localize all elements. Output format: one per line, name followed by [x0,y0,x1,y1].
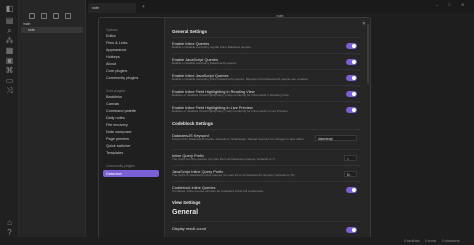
minimize-icon[interactable]: – [436,2,438,7]
explorer-toolbar [29,13,71,19]
toggle-display-result-count[interactable] [346,227,357,233]
setting-desc: The prefix to inline queries (to mark th… [172,157,276,161]
explorer-file-note[interactable]: note [21,27,83,33]
file-explorer: main note main [19,0,86,245]
command-icon[interactable]: ⌘ [5,66,14,75]
nav-item-community-plugins[interactable]: Community plugins [106,76,138,80]
toggle-codeblock-inline-queries[interactable] [346,187,357,193]
new-note-icon[interactable] [29,13,35,19]
word-count: 0 words [425,239,437,243]
toggle-enable-javascript-queries[interactable] [346,59,357,65]
nav-heading-core: Core plugins [106,89,126,93]
nav-item-core-plugins[interactable]: Core plugins [106,69,127,73]
nav-item-daily-notes[interactable]: Daily notes [106,116,125,120]
setting-display-result-count: Display result count [172,226,206,231]
toggle-knob [352,76,356,80]
sort-icon[interactable] [53,13,59,19]
graph-icon[interactable]: ⁂ [5,36,14,45]
collapse-sidebar-icon[interactable]: ◧ [5,4,14,13]
divider [172,53,360,54]
toggle-knob [352,60,356,64]
setting-desc: Enables or disables visual highlighting … [172,93,290,97]
dataviewjs-keyword-input[interactable]: dataviewjs [315,135,357,141]
settings-nav: Options Editor Files & Links Appearance … [99,18,165,244]
nav-heading-options: Options [106,28,118,32]
nav-item-quick-switcher[interactable]: Quick switcher [106,144,131,148]
nav-item-command-palette[interactable]: Command palette [106,109,136,113]
codeblock-settings-heading: Codeblock Settings [172,121,213,126]
tab-note[interactable]: note [88,3,136,13]
settings-modal: Options Editor Files & Links Appearance … [98,17,371,245]
new-tab-icon[interactable]: + [142,4,145,10]
calendar-icon[interactable]: ▣ [5,56,14,65]
toggle-knob [352,44,356,48]
template-icon[interactable]: ▭ [5,76,14,85]
divider [172,85,360,86]
settings-content: General Settings Enable Inline Queries E… [172,18,360,244]
close-settings-icon[interactable]: ✕ [362,21,366,27]
canvas-icon[interactable]: ▦ [5,46,14,55]
inline-query-prefix-input[interactable]: = [344,155,357,161]
nav-item-note-composer[interactable]: Note composer [106,130,132,134]
nav-item-editor[interactable]: Editor [106,34,116,38]
divider [172,69,360,70]
setting-desc: Enable or disable executing regular inli… [172,45,252,49]
setting-desc: The prefix to JavaScript inline queries … [172,173,296,177]
left-ribbon: ◧ ▤ ⌕ ⁂ ▦ ▣ ⌘ ▭ ⤨ ⌂ ? ⚙ [0,0,19,245]
window-close-icon[interactable]: ✕ [461,2,464,7]
new-folder-icon[interactable] [41,13,47,19]
nav-heading-community: Community plugins [106,164,135,168]
toggle-knob [352,108,356,112]
divider [172,221,360,222]
nav-item-canvas[interactable]: Canvas [106,102,119,106]
backlinks-count[interactable]: 0 backlinks [404,239,420,243]
nav-item-templates[interactable]: Templates [106,151,123,155]
toggle-inline-field-highlighting-reading[interactable] [346,91,357,97]
search-icon[interactable]: ⌕ [5,26,14,35]
toggle-knob [352,92,356,96]
divider [172,181,360,182]
toggle-enable-inline-javascript-queries[interactable] [346,75,357,81]
nav-item-dataview[interactable]: Dataview [103,170,159,177]
setting-desc: Keyword for DataviewJS blocks. Defaults … [172,137,305,141]
status-bar: 0 backlinks 0 words 0 characters [0,237,474,245]
nav-item-file-recovery[interactable]: File recovery [106,123,128,127]
nav-item-backlinks[interactable]: Backlinks [106,95,122,99]
collapse-all-icon[interactable] [65,13,71,19]
explorer-folder[interactable]: main [23,22,30,26]
tab-bar: note + – □ ✕ [86,0,474,13]
toggle-inline-field-highlighting-live[interactable] [346,107,357,113]
character-count: 0 characters [442,239,460,243]
toggle-knob [352,188,356,192]
divider [172,101,360,102]
divider [172,129,360,130]
nav-item-hotkeys[interactable]: Hotkeys [106,55,120,59]
view-settings-heading: View Settings [172,200,201,205]
vault-icon[interactable]: ⌂ [5,218,14,227]
general-settings-heading: General Settings [172,29,207,34]
divider [172,165,360,166]
nav-item-appearance[interactable]: Appearance [106,48,126,52]
files-icon[interactable]: ▤ [5,16,14,25]
nav-item-files-links[interactable]: Files & Links [106,41,128,45]
settings-scrollbar[interactable] [367,24,369,84]
divider [172,37,360,38]
maximize-icon[interactable]: □ [448,2,450,7]
nav-item-about[interactable]: About [106,62,116,66]
divider [172,149,360,150]
js-inline-query-prefix-input[interactable]: $= [344,171,357,177]
toggle-enable-inline-queries[interactable] [346,43,357,49]
setting-desc: Enable or disable executing inline Datav… [172,77,309,81]
setting-desc: If enabled, inline queries will also be … [172,189,264,193]
general-subheading: General [172,209,199,216]
setting-desc: Enables or disables visual highlighting … [172,109,289,113]
setting-desc: Enable or disable executing DataviewJS q… [172,61,238,65]
toggle-knob [352,228,356,232]
random-note-icon[interactable]: ⤨ [5,86,14,95]
nav-item-page-preview[interactable]: Page preview [106,137,129,141]
